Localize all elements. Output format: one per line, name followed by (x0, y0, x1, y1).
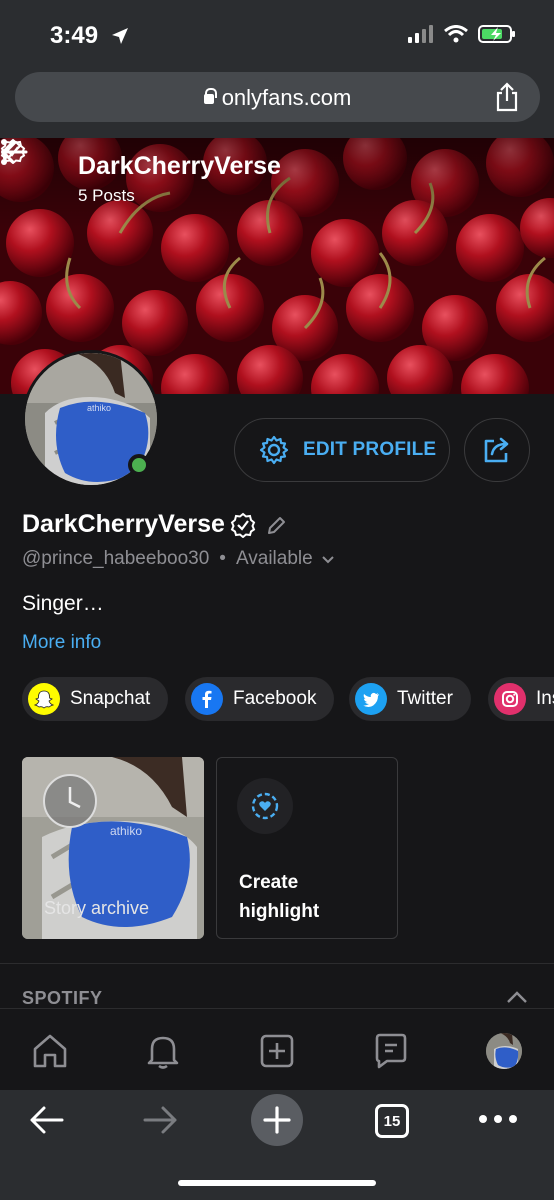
social-chip-snapchat[interactable]: Snapchat (22, 677, 169, 721)
browser-back-icon[interactable] (28, 1104, 64, 1136)
tab-profile[interactable] (484, 1031, 524, 1071)
section-divider (0, 963, 554, 964)
share-profile-button[interactable] (464, 418, 530, 482)
instagram-icon (494, 683, 526, 715)
social-chip-facebook[interactable]: Facebook (185, 677, 335, 721)
facebook-icon (191, 683, 223, 715)
cover-title: DarkCherryVerse (78, 152, 281, 180)
profile-bio: Singer… (22, 592, 104, 615)
battery-icon (478, 25, 515, 43)
status-bar: 3:49 (0, 0, 554, 70)
edit-profile-label: EDIT PROFILE (303, 439, 437, 460)
social-label: Ins (536, 688, 554, 709)
snapchat-icon (28, 683, 60, 715)
social-links: Snapchat Facebook Twitter Ins (22, 677, 554, 721)
handle-row: @prince_habeeboo30 • Available (22, 548, 335, 570)
app-tab-bar (0, 1008, 554, 1090)
home-indicator (178, 1180, 376, 1186)
edit-profile-button[interactable]: EDIT PROFILE (234, 418, 450, 482)
messages-icon (375, 1033, 407, 1069)
tab-add-post[interactable] (257, 1031, 297, 1071)
social-chip-instagram[interactable]: Ins (488, 677, 554, 721)
tab-messages[interactable] (371, 1031, 411, 1071)
post-count: 5 Posts (78, 186, 135, 205)
social-chip-twitter[interactable]: Twitter (349, 677, 471, 721)
location-arrow-icon (112, 28, 128, 44)
home-icon (33, 1034, 67, 1068)
svg-text:athiko: athiko (110, 824, 142, 838)
username-handle: @prince_habeeboo30 (22, 548, 210, 569)
more-info-link[interactable]: More info (22, 632, 101, 654)
social-label: Snapchat (70, 688, 151, 709)
availability-status[interactable]: Available (236, 548, 313, 570)
share-icon[interactable] (494, 82, 520, 112)
status-indicators (408, 24, 516, 44)
tabs-button[interactable]: 15 (375, 1104, 409, 1138)
svg-text:athiko: athiko (87, 403, 111, 413)
verified-icon (230, 512, 256, 538)
create-highlight-line1: Create (239, 872, 299, 893)
create-highlight-line2: highlight (239, 901, 320, 922)
story-archive-label: Story archive (44, 898, 150, 918)
lock-icon (203, 88, 217, 104)
tab-home[interactable] (30, 1031, 70, 1071)
separator-dot: • (219, 548, 226, 569)
tab-notifications[interactable] (143, 1031, 183, 1071)
spotify-section-title: SPOTIFY (22, 988, 103, 1008)
browser-forward-icon[interactable] (143, 1104, 179, 1136)
more-vertical-icon[interactable] (0, 138, 8, 166)
edit-pencil-icon[interactable] (266, 514, 288, 536)
new-tab-button[interactable] (251, 1094, 303, 1146)
social-label: Facebook (233, 688, 317, 709)
create-highlight-card[interactable]: Create highlight (216, 757, 398, 939)
avatar (486, 1033, 522, 1069)
heart-circle-icon (237, 778, 293, 834)
address-bar[interactable]: onlyfans.com (15, 72, 540, 122)
story-archive-card[interactable]: athiko Story archive (22, 757, 204, 939)
gear-icon (259, 435, 289, 465)
profile-name: DarkCherryVerse (22, 510, 225, 538)
chevron-down-icon[interactable] (321, 552, 335, 566)
share-arrow-icon (484, 437, 509, 463)
online-status-dot (128, 454, 150, 476)
url-text: onlyfans.com (221, 85, 352, 110)
more-horizontal-icon[interactable] (478, 1114, 518, 1124)
wifi-icon (444, 25, 468, 43)
status-time: 3:49 (50, 22, 99, 49)
twitter-icon (355, 683, 387, 715)
signal-icon (408, 25, 433, 43)
add-post-icon (260, 1034, 294, 1068)
social-label: Twitter (397, 688, 453, 709)
bell-icon (147, 1036, 179, 1069)
chevron-up-icon[interactable] (506, 990, 528, 1004)
plus-icon (263, 1106, 291, 1134)
